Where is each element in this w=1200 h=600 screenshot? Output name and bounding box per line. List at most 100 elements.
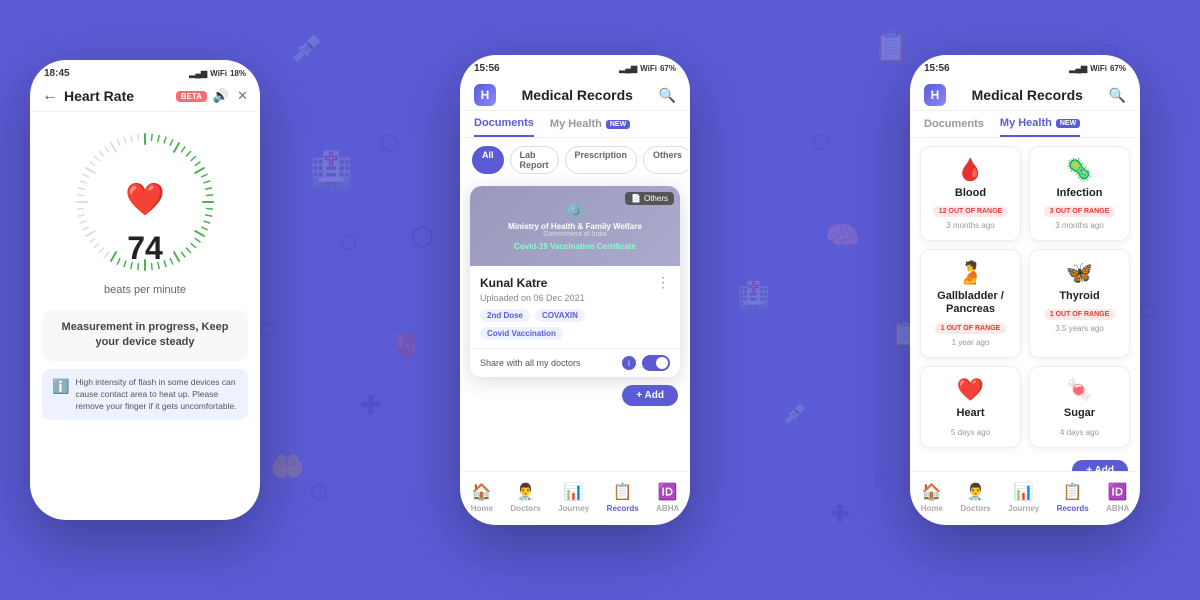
gallbladder-time: 1 year ago <box>929 338 1012 347</box>
nav-home-3[interactable]: 🏠 Home <box>921 482 943 513</box>
infection-icon: 🦠 <box>1038 157 1121 183</box>
heart-name: Heart <box>929 407 1012 420</box>
medical-header-2: H Medical Records 🔍 <box>462 78 688 111</box>
app-logo-2: H <box>474 84 496 106</box>
heart-card-icon: ❤️ <box>929 377 1012 403</box>
home-icon: 🏠 <box>472 482 492 502</box>
tab-documents-3[interactable]: Documents <box>924 117 984 137</box>
abha-icon-3: 🆔 <box>1108 482 1128 502</box>
filter-all[interactable]: All <box>472 146 504 174</box>
health-card-heart[interactable]: ❤️ Heart 5 days ago <box>920 366 1021 448</box>
cert-title: Covid-19 Vaccination Certificate <box>508 242 642 251</box>
time-2: 15:56 <box>474 63 500 74</box>
status-bar-2: 15:56 ▂▄▆ WiFi 67% <box>462 57 688 78</box>
add-button-2[interactable]: + Add <box>622 385 678 406</box>
records-icon: 📋 <box>613 482 633 502</box>
doc-date: Uploaded on 06 Dec 2021 <box>480 293 670 303</box>
sugar-icon: 🍬 <box>1038 377 1121 403</box>
nav-abha-2[interactable]: 🆔 ABHA <box>656 482 679 513</box>
nav-journey-3[interactable]: 📊 Journey <box>1008 482 1039 513</box>
doc-menu-btn[interactable]: ⋮ <box>656 274 670 291</box>
tab-documents-2[interactable]: Documents <box>474 117 534 137</box>
doctors-icon: 👨‍⚕️ <box>516 482 536 502</box>
time-3: 15:56 <box>924 63 950 74</box>
nav-doctors-2[interactable]: 👨‍⚕️ Doctors <box>510 482 540 513</box>
thyroid-icon: 🦋 <box>1038 260 1121 286</box>
filter-row-2: All Lab Report Prescription Others <box>462 138 688 182</box>
gauge-container: ❤️ 74 <box>65 122 225 282</box>
health-content: 🩸 Blood 12 OUT OF RANGE 3 months ago 🦠 I… <box>912 138 1138 525</box>
share-row: Share with all my doctors i <box>470 348 680 377</box>
health-scroll: 🩸 Blood 12 OUT OF RANGE 3 months ago 🦠 I… <box>912 138 1138 525</box>
close-icon[interactable]: ✕ <box>237 88 248 104</box>
search-button-3[interactable]: 🔍 <box>1109 87 1126 104</box>
gov-line2: Government of India <box>508 231 642 238</box>
heart-time: 5 days ago <box>929 428 1012 437</box>
health-card-blood[interactable]: 🩸 Blood 12 OUT OF RANGE 3 months ago <box>920 146 1021 241</box>
bottom-nav-2: 🏠 Home 👨‍⚕️ Doctors 📊 Journey 📋 Records … <box>462 471 688 523</box>
medical-title-3: Medical Records <box>946 87 1109 103</box>
nav-records-3[interactable]: 📋 Records <box>1057 482 1089 513</box>
medical-title-2: Medical Records <box>496 87 659 103</box>
volume-icon[interactable]: 🔊 <box>213 88 229 104</box>
search-button-2[interactable]: 🔍 <box>659 87 676 104</box>
sugar-name: Sugar <box>1038 407 1121 420</box>
nav-doctors-3[interactable]: 👨‍⚕️ Doctors <box>960 482 990 513</box>
filter-lab[interactable]: Lab Report <box>510 146 559 174</box>
gallbladder-name: Gallbladder / Pancreas <box>929 290 1012 316</box>
nav-records-2[interactable]: 📋 Records <box>607 482 639 513</box>
phone-heart-rate: 18:45 ▂▄▆ WiFi 18% ← Heart Rate BETA 🔊 ✕ <box>30 60 260 520</box>
new-badge-2: NEW <box>606 120 630 129</box>
gallbladder-icon: 🫄 <box>929 260 1012 286</box>
bottom-nav-3: 🏠 Home 👨‍⚕️ Doctors 📊 Journey 📋 Records … <box>912 471 1138 523</box>
document-card: ⚙️ Ministry of Health & Family Welfare G… <box>470 186 680 377</box>
warning-text: High intensity of flash in some devices … <box>75 377 238 413</box>
blood-name: Blood <box>929 187 1012 200</box>
doc-tags: 2nd Dose COVAXIN Covid Vaccination <box>480 309 670 340</box>
add-btn-row-2: + Add <box>462 381 688 410</box>
infection-time: 3 months ago <box>1038 221 1121 230</box>
heart-rate-value: 74 <box>127 232 163 264</box>
tag-covaxin: COVAXIN <box>535 309 585 322</box>
infection-name: Infection <box>1038 187 1121 200</box>
filter-others[interactable]: Others <box>643 146 690 174</box>
app-logo-3: H <box>924 84 946 106</box>
health-grid: 🩸 Blood 12 OUT OF RANGE 3 months ago 🦠 I… <box>912 138 1138 456</box>
blood-range: 12 OUT OF RANGE <box>933 206 1008 217</box>
health-card-gallbladder[interactable]: 🫄 Gallbladder / Pancreas 1 OUT OF RANGE … <box>920 249 1021 357</box>
share-label: Share with all my doctors <box>480 358 616 368</box>
thyroid-range: 1 OUT OF RANGE <box>1044 309 1116 320</box>
status-bar-3: 15:56 ▂▄▆ WiFi 67% <box>912 57 1138 78</box>
doc-image: ⚙️ Ministry of Health & Family Welfare G… <box>470 186 680 266</box>
journey-icon: 📊 <box>564 482 584 502</box>
doc-info: Kunal Katre ⋮ Uploaded on 06 Dec 2021 2n… <box>470 266 680 348</box>
medical-tabs-2: Documents My Health NEW <box>462 111 688 138</box>
blood-icon: 🩸 <box>929 157 1012 183</box>
nav-home-2[interactable]: 🏠 Home <box>471 482 493 513</box>
gov-line1: Ministry of Health & Family Welfare <box>508 222 642 231</box>
filter-prescription[interactable]: Prescription <box>565 146 638 174</box>
abha-icon: 🆔 <box>658 482 678 502</box>
bpm-label: beats per minute <box>104 284 186 296</box>
share-toggle[interactable] <box>642 355 670 371</box>
health-card-infection[interactable]: 🦠 Infection 3 OUT OF RANGE 3 months ago <box>1029 146 1130 241</box>
records-icon-3: 📋 <box>1063 482 1083 502</box>
heart-icon: ❤️ <box>125 180 165 218</box>
health-card-thyroid[interactable]: 🦋 Thyroid 1 OUT OF RANGE 3.5 years ago <box>1029 249 1130 357</box>
thyroid-time: 3.5 years ago <box>1038 324 1121 333</box>
hr-action-icons: 🔊 ✕ <box>213 88 248 104</box>
tab-my-health-3[interactable]: My Health NEW <box>1000 117 1080 137</box>
sugar-time: 4 days ago <box>1038 428 1121 437</box>
status-icons-1: ▂▄▆ WiFi 18% <box>189 69 246 78</box>
new-badge-3: NEW <box>1056 119 1080 128</box>
warning-icon: ℹ️ <box>52 377 69 397</box>
health-card-sugar[interactable]: 🍬 Sugar 4 days ago <box>1029 366 1130 448</box>
phone-medical-health: 15:56 ▂▄▆ WiFi 67% H Medical Records 🔍 D… <box>910 55 1140 525</box>
heart-rate-gauge: ❤️ 74 beats per minute <box>32 112 258 302</box>
nav-abha-3[interactable]: 🆔 ABHA <box>1106 482 1129 513</box>
back-button[interactable]: ← <box>42 87 58 105</box>
journey-icon-3: 📊 <box>1014 482 1034 502</box>
heart-rate-title: Heart Rate <box>64 88 170 104</box>
nav-journey-2[interactable]: 📊 Journey <box>558 482 589 513</box>
tab-my-health-2[interactable]: My Health NEW <box>550 117 630 137</box>
